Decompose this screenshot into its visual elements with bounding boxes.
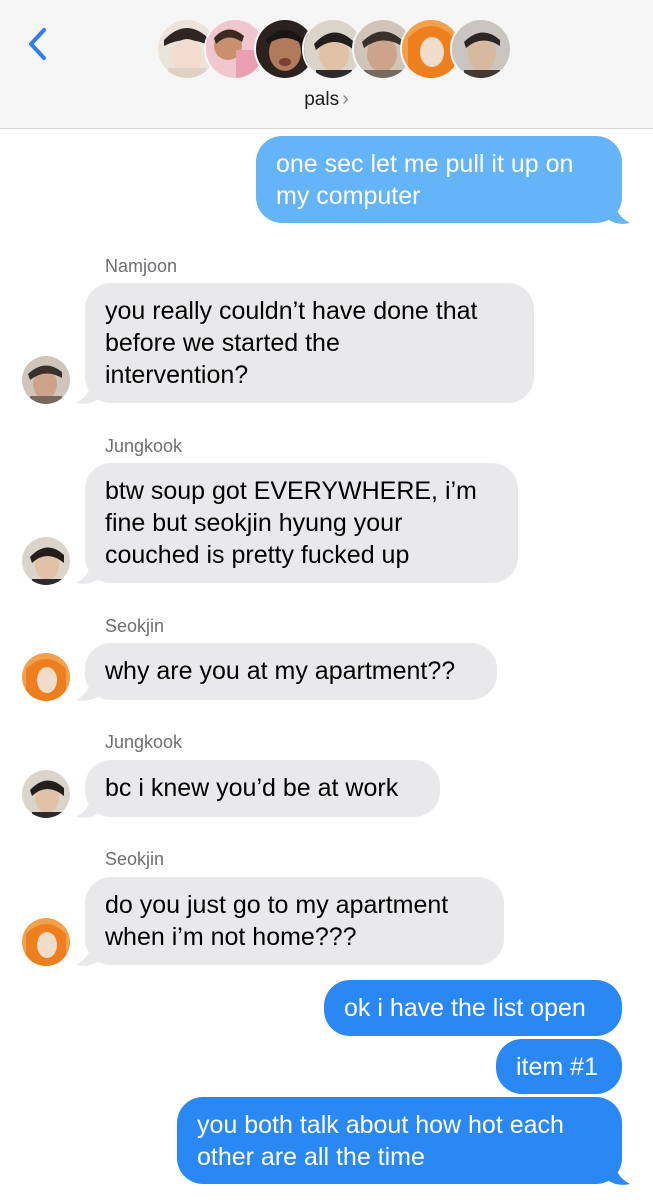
message-text-line: one sec let me pull it up on — [276, 150, 574, 178]
seokjin-avatar[interactable] — [22, 653, 70, 701]
seokjin-avatar[interactable] — [22, 918, 70, 966]
bubble-tail — [76, 560, 100, 584]
bubble-tail — [76, 677, 100, 701]
group-avatars[interactable] — [156, 18, 512, 82]
message-text-line: intervention? — [105, 361, 249, 389]
incoming-message-bubble[interactable]: why are you at my apartment?? — [85, 643, 497, 700]
back-button[interactable] — [22, 24, 54, 64]
sender-name: Namjoon — [105, 256, 178, 276]
chevron-left-icon — [29, 28, 46, 60]
conversation-header: pals › — [0, 0, 653, 129]
bubble-tail — [76, 380, 100, 404]
participant-avatar-7 — [450, 18, 512, 80]
chevron-right-icon: › — [342, 88, 349, 110]
bubble-tail — [606, 1161, 630, 1185]
sender-name: Jungkook — [105, 436, 183, 456]
message-text-line: ok i have the list open — [344, 994, 586, 1022]
message-text-line: before we started the — [105, 329, 340, 357]
message-text-line: why are you at my apartment?? — [105, 657, 456, 685]
outgoing-message-bubble[interactable]: item #1 — [496, 1039, 622, 1094]
message-text-line: other are all the time — [197, 1143, 425, 1171]
message-text-line: you really couldn’t have done that — [105, 297, 478, 325]
incoming-message-bubble[interactable]: btw soup got EVERYWHERE, i’m fine but se… — [85, 463, 518, 583]
sender-name: Jungkook — [105, 732, 183, 752]
sender-name: Seokjin — [105, 849, 165, 869]
message-text-line: when i’m not home??? — [105, 923, 357, 951]
message-text-line: couched is pretty fucked up — [105, 541, 410, 569]
outgoing-message-bubble[interactable]: ok i have the list open — [324, 980, 622, 1036]
message-text-line: bc i knew you’d be at work — [105, 774, 399, 802]
group-name-button[interactable]: pals › — [0, 88, 653, 111]
incoming-message-bubble[interactable]: do you just go to my apartment when i’m … — [85, 877, 504, 965]
sender-name: Seokjin — [105, 616, 165, 636]
message-text-line: fine but seokjin hyung your — [105, 509, 403, 537]
message-text-line: do you just go to my apartment — [105, 891, 449, 919]
jungkook-avatar[interactable] — [22, 770, 70, 818]
bubble-tail — [76, 794, 100, 818]
namjoon-avatar[interactable] — [22, 356, 70, 404]
message-text-line: my computer — [276, 182, 421, 210]
bubble-tail — [76, 942, 100, 966]
message-text-line: item #1 — [516, 1053, 598, 1081]
jungkook-avatar[interactable] — [22, 537, 70, 585]
message-text-line: you both talk about how hot each — [197, 1111, 564, 1139]
bubble-tail — [606, 200, 630, 224]
incoming-message-bubble[interactable]: bc i knew you’d be at work — [85, 760, 440, 817]
outgoing-message-bubble[interactable]: one sec let me pull it up on my computer — [256, 136, 622, 223]
outgoing-message-bubble[interactable]: you both talk about how hot each other a… — [177, 1097, 622, 1184]
incoming-message-bubble[interactable]: you really couldn’t have done that befor… — [85, 283, 534, 403]
group-name-label: pals — [304, 89, 340, 110]
message-text-line: btw soup got EVERYWHERE, i’m — [105, 477, 477, 505]
